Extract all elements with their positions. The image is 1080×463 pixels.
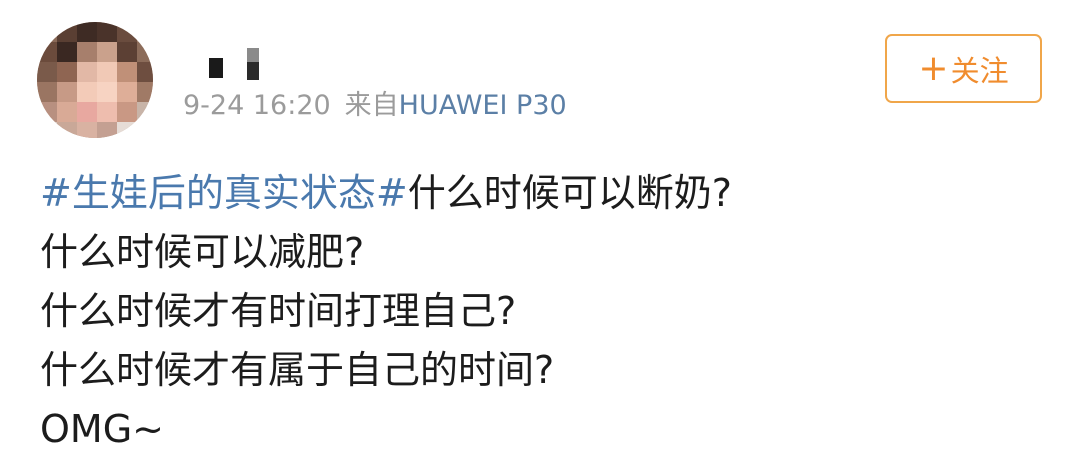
post-content: #生娃后的真实状态#什么时候可以断奶? 什么时候可以减肥? 什么时候才有时间打理… xyxy=(40,164,732,459)
post-meta: 9-24 16:20 来自HUAWEI P30 xyxy=(183,88,567,124)
source-device-link[interactable]: HUAWEI P30 xyxy=(399,90,567,121)
username-redacted[interactable] xyxy=(205,48,275,88)
post-line-1: #生娃后的真实状态#什么时候可以断奶? xyxy=(40,164,732,223)
post-line-4: 什么时候才有属于自己的时间? xyxy=(40,348,555,392)
post-timestamp: 9-24 16:20 xyxy=(183,90,331,121)
plus-icon: + xyxy=(918,47,949,89)
source-prefix: 来自 xyxy=(344,90,399,121)
post-line-1-text: 什么时候可以断奶? xyxy=(407,171,732,215)
weibo-post: 9-24 16:20 来自HUAWEI P30 + 关注 #生娃后的真实状态#什么… xyxy=(0,0,1080,463)
post-line-3: 什么时候才有时间打理自己? xyxy=(40,289,517,333)
hashtag-link[interactable]: #生娃后的真实状态# xyxy=(40,171,408,215)
follow-button[interactable]: + 关注 xyxy=(885,34,1042,103)
post-line-2: 什么时候可以减肥? xyxy=(40,230,365,274)
follow-button-label: 关注 xyxy=(950,53,1009,88)
post-line-5: OMG~ xyxy=(40,407,164,451)
avatar[interactable] xyxy=(37,22,153,138)
